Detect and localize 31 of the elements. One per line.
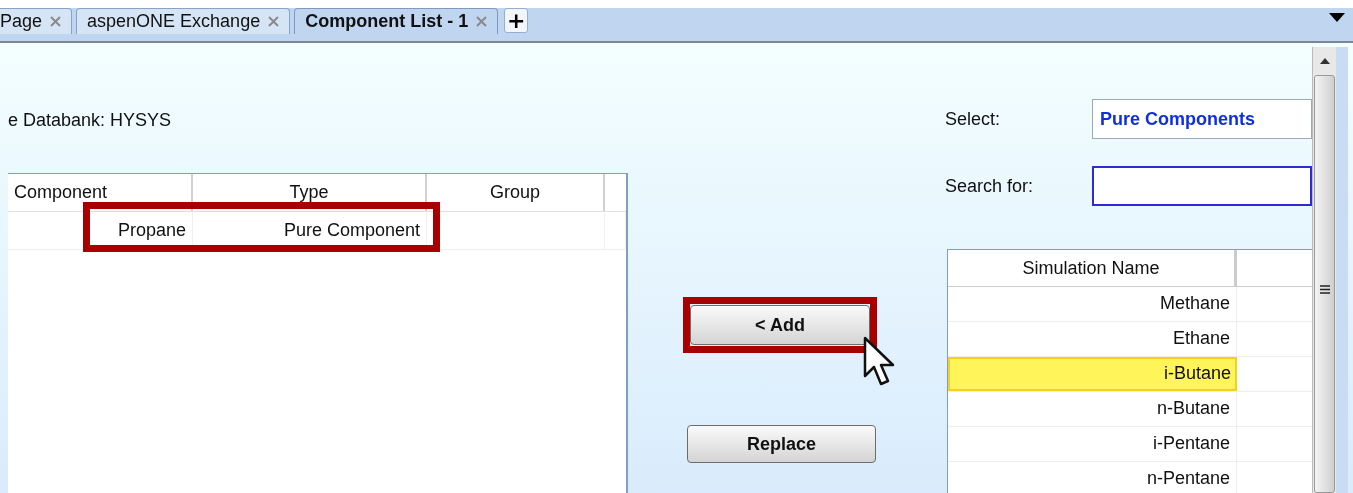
table-cell: Propane xyxy=(8,212,193,249)
close-icon[interactable] xyxy=(268,16,280,27)
scrollbar[interactable] xyxy=(1312,47,1348,493)
table-cell[interactable]: n-Pentane xyxy=(948,462,1237,493)
select-label: Select: xyxy=(945,108,1002,130)
select-dropdown[interactable]: Pure Components xyxy=(1092,99,1312,139)
search-label: Search for: xyxy=(945,175,1035,197)
table-cell: Pure Component xyxy=(193,212,427,249)
table-cell[interactable]: i-Pentane xyxy=(948,427,1237,461)
table-cell[interactable]: Ethane xyxy=(948,322,1237,356)
column-header[interactable]: Group xyxy=(427,174,605,211)
action-button[interactable]: Replace xyxy=(687,425,876,463)
tab[interactable]: Page xyxy=(0,8,73,34)
table-cell[interactable]: Methane xyxy=(948,287,1237,321)
tab[interactable]: aspenONE Exchange xyxy=(76,8,291,34)
search-field[interactable] xyxy=(1092,166,1312,206)
table-cell[interactable]: i-Butane xyxy=(948,357,1237,391)
scroll-thumb[interactable] xyxy=(1314,75,1335,493)
column-header[interactable]: Simulation Name xyxy=(948,250,1237,287)
dropdown-arrow-icon[interactable] xyxy=(1329,13,1345,22)
column-header[interactable]: Component xyxy=(8,174,193,211)
databank-label: e Databank: HYSYS xyxy=(8,109,172,131)
action-button[interactable]: < Add xyxy=(690,305,870,345)
scroll-up-icon[interactable] xyxy=(1319,58,1330,64)
close-icon[interactable] xyxy=(50,16,62,27)
grip-icon xyxy=(1319,285,1330,294)
table-cell[interactable]: n-Butane xyxy=(948,392,1237,426)
close-icon[interactable] xyxy=(476,16,488,27)
new-tab-button[interactable]: + xyxy=(504,8,529,33)
column-header[interactable]: Type xyxy=(193,174,427,211)
tab[interactable]: Component List - 1 xyxy=(294,8,499,34)
